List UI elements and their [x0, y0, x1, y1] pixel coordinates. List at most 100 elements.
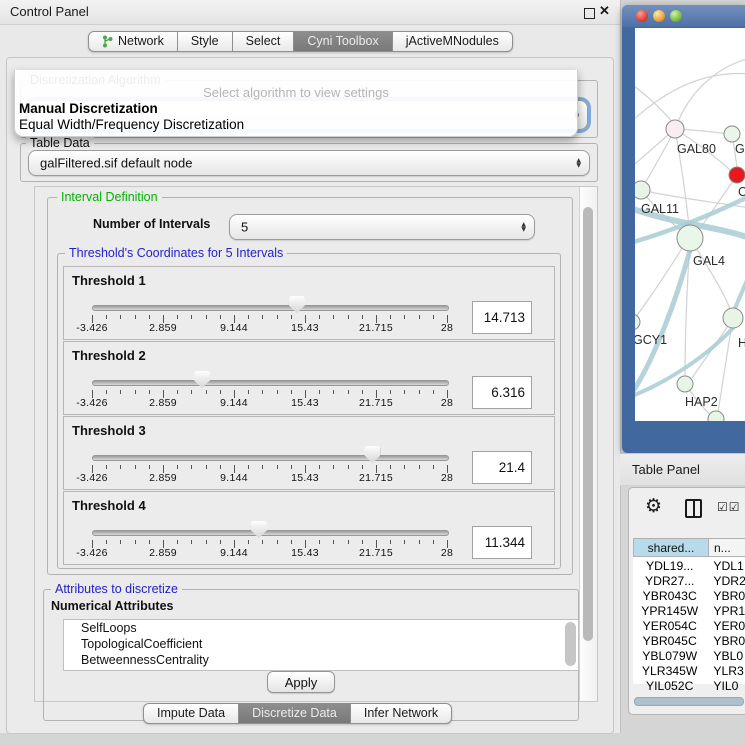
- table-panel: ⚙ ☑☑ shared... n... YDL19...YDL1YDR27...…: [628, 487, 745, 715]
- table-row[interactable]: YER054CYER0: [633, 619, 745, 634]
- cell-name[interactable]: YLR3: [706, 664, 745, 679]
- zoom-traffic-light[interactable]: [670, 10, 682, 22]
- cell-shared-name[interactable]: YDL19...: [633, 559, 706, 574]
- cell-shared-name[interactable]: YPR145W: [633, 604, 706, 619]
- slider-tick-labels: -3.4262.8599.14415.4321.71528: [92, 472, 447, 484]
- network-node-gal4[interactable]: [677, 225, 703, 251]
- slider-track[interactable]: [92, 455, 449, 461]
- cell-shared-name[interactable]: YER054C: [633, 619, 706, 634]
- network-node-hap2[interactable]: [677, 376, 693, 392]
- numerical-attributes-list[interactable]: SelfLoopsTopologicalCoefficientBetweenne…: [63, 619, 579, 671]
- network-edge[interactable]: [675, 58, 745, 129]
- minimize-traffic-light[interactable]: [653, 10, 665, 22]
- column-header-shared-name[interactable]: shared...: [633, 538, 709, 557]
- slider-track[interactable]: [92, 530, 449, 536]
- table-header-row: shared... n...: [633, 538, 745, 557]
- algorithm-option-equal-width-frequency-discretization[interactable]: Equal Width/Frequency Discretization: [18, 117, 244, 132]
- cell-name[interactable]: YBR0: [706, 589, 745, 604]
- network-canvas[interactable]: GAL80GACGAL11GAL4GCY1HHAP2: [635, 28, 745, 421]
- settings-scroll-area: Interval Definition Number of Intervals …: [34, 186, 598, 702]
- number-of-intervals-combobox[interactable]: 5 ▲▼: [229, 214, 535, 240]
- cell-shared-name[interactable]: YIL052C: [633, 679, 706, 694]
- vertical-scrollbar-thumb[interactable]: [583, 207, 593, 641]
- close-traffic-light[interactable]: [636, 10, 648, 22]
- bottom-tab-bar: Impute Data Discretize DataInfer Network: [143, 703, 452, 724]
- tab-discretize-data[interactable]: Discretize Data: [239, 703, 351, 724]
- attributes-group-label: Attributes to discretize: [51, 582, 182, 596]
- cell-name[interactable]: YER0: [706, 619, 745, 634]
- cell-name[interactable]: YBL0: [706, 649, 745, 664]
- cell-shared-name[interactable]: YDR27...: [633, 574, 706, 589]
- cell-shared-name[interactable]: YLR345W: [633, 664, 706, 679]
- cell-name[interactable]: YIL0: [706, 679, 745, 694]
- attribute-item-topologicalcoefficient[interactable]: TopologicalCoefficient: [64, 636, 578, 652]
- attributes-scrollbar-thumb[interactable]: [565, 622, 576, 666]
- threshold-value-field[interactable]: 21.4: [472, 451, 532, 484]
- table-row[interactable]: YPR145WYPR1: [633, 604, 745, 619]
- horizontal-scrollbar-thumb[interactable]: [634, 697, 744, 706]
- attribute-item-selfloops[interactable]: SelfLoops: [64, 620, 578, 636]
- tab-label: Network: [118, 32, 164, 51]
- network-edge[interactable]: [635, 73, 745, 123]
- network-edge[interactable]: [635, 248, 682, 322]
- threshold-value-field[interactable]: 14.713: [472, 301, 532, 334]
- node-label-ga: GA: [735, 142, 745, 156]
- table-row[interactable]: YIL052CYIL0: [633, 679, 745, 694]
- slider-track[interactable]: [92, 305, 449, 311]
- tab-network[interactable]: Network: [88, 31, 178, 52]
- tab-style[interactable]: Style: [178, 31, 233, 52]
- numerical-attributes-label: Numerical Attributes: [47, 599, 177, 613]
- network-edge[interactable]: [644, 129, 675, 185]
- network-node-gcy1[interactable]: [635, 314, 640, 330]
- algorithm-option-manual-discretization[interactable]: Manual Discretization: [18, 101, 158, 116]
- cell-shared-name[interactable]: YBL079W: [633, 649, 706, 664]
- tab-cyni-toolbox[interactable]: Cyni Toolbox: [294, 31, 392, 52]
- node-table: shared... n... YDL19...YDL1YDR27...YDR2Y…: [633, 538, 745, 684]
- table-data-combobox[interactable]: galFiltered.sif default node ▲▼: [28, 150, 590, 176]
- gear-icon[interactable]: ⚙: [645, 495, 662, 517]
- threshold-panel-3: Threshold 3-3.4262.8599.14415.4321.71528…: [63, 416, 555, 490]
- tab-infer-network[interactable]: Infer Network: [351, 703, 452, 724]
- node-label-gal11: GAL11: [641, 202, 679, 216]
- cell-name[interactable]: YPR1: [706, 604, 745, 619]
- threshold-value-field[interactable]: 6.316: [472, 376, 532, 409]
- threshold-label: Threshold 4: [72, 498, 146, 513]
- vertical-scrollbar[interactable]: [579, 187, 597, 701]
- columns-icon[interactable]: [685, 499, 702, 518]
- threshold-panel-4: Threshold 4-3.4262.8599.14415.4321.71528…: [63, 491, 555, 565]
- tab-label: Impute Data: [157, 704, 225, 723]
- tab-select[interactable]: Select: [233, 31, 295, 52]
- cell-name[interactable]: YDL1: [706, 559, 745, 574]
- table-row[interactable]: YLR345WYLR3: [633, 664, 745, 679]
- table-row[interactable]: YBR043CYBR0: [633, 589, 745, 604]
- cell-shared-name[interactable]: YBR043C: [633, 589, 706, 604]
- node-label-hap2: HAP2: [685, 395, 718, 409]
- column-header-name[interactable]: n...: [709, 538, 745, 557]
- network-window-titlebar[interactable]: [622, 5, 745, 27]
- slider-track[interactable]: [92, 380, 449, 386]
- close-icon[interactable]: ✕: [599, 3, 610, 19]
- table-row[interactable]: YBL079WYBL0: [633, 649, 745, 664]
- select-checkboxes-icon[interactable]: ☑☑: [717, 500, 741, 514]
- network-node[interactable]: [708, 411, 724, 421]
- network-node-gal80[interactable]: [666, 120, 684, 138]
- threshold-value-field[interactable]: 11.344: [472, 526, 532, 559]
- table-toolbar: ⚙ ☑☑: [629, 488, 745, 532]
- cell-shared-name[interactable]: YBR045C: [633, 634, 706, 649]
- attribute-item-betweennesscentrality[interactable]: BetweennessCentrality: [64, 652, 578, 668]
- tab-impute-data[interactable]: Impute Data: [143, 703, 239, 724]
- cell-name[interactable]: YBR0: [706, 634, 745, 649]
- network-edge-highlighted[interactable]: [734, 273, 745, 311]
- cell-name[interactable]: YDR2: [706, 574, 745, 589]
- network-node-h[interactable]: [723, 308, 743, 328]
- network-node-c[interactable]: [729, 167, 745, 183]
- table-row[interactable]: YBR045CYBR0: [633, 634, 745, 649]
- table-row[interactable]: YDR27...YDR2: [633, 574, 745, 589]
- slider-tick-labels: -3.4262.8599.14415.4321.71528: [92, 397, 447, 409]
- network-node-gal11[interactable]: [635, 181, 650, 199]
- network-node-ga[interactable]: [724, 126, 740, 142]
- tab-jactivemnodules[interactable]: jActiveMNodules: [393, 31, 513, 52]
- float-window-icon[interactable]: [584, 8, 595, 19]
- table-row[interactable]: YDL19...YDL1: [633, 559, 745, 574]
- apply-button[interactable]: Apply: [267, 671, 335, 693]
